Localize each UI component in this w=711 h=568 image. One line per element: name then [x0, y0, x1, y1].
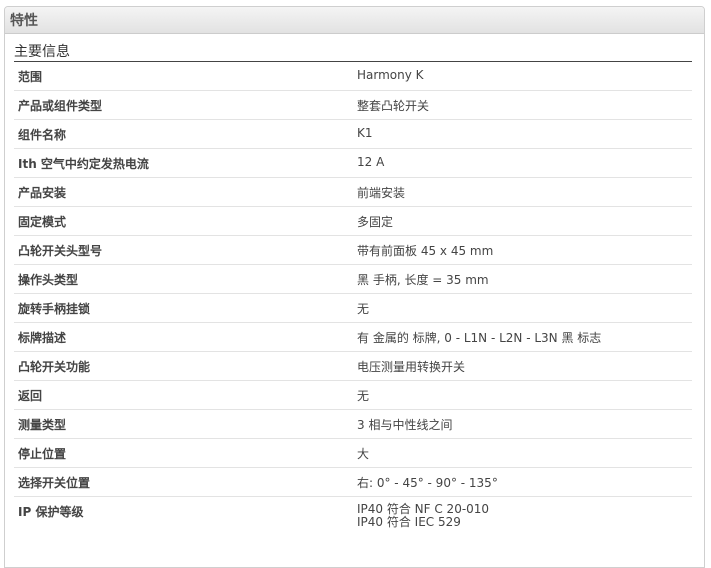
spec-value: 12 A: [357, 155, 385, 169]
spec-value: 多固定: [357, 215, 394, 229]
spec-row: 旋转手柄挂锁 无: [14, 294, 692, 323]
spec-label: 凸轮开关功能: [18, 360, 91, 374]
section-title: 主要信息: [14, 44, 692, 62]
spec-row: 固定模式 多固定: [14, 207, 692, 236]
spec-label: 选择开关位置: [18, 476, 91, 490]
spec-value: K1: [357, 126, 373, 140]
spec-row: 产品或组件类型 整套凸轮开关: [14, 91, 692, 120]
spec-label: 返回: [18, 389, 43, 403]
spec-row: 返回 无: [14, 381, 692, 410]
spec-value: 有 金属的 标牌, 0 - L1N - L2N - L3N 黑 标志: [357, 331, 602, 345]
panel-header: 特性: [5, 7, 704, 34]
spec-label: 产品或组件类型: [18, 99, 103, 113]
spec-value: 无: [357, 389, 370, 403]
spec-label: 产品安装: [18, 186, 67, 200]
spec-value: 整套凸轮开关: [357, 99, 430, 113]
spec-value: IP40 符合 NF C 20-010 IP40 符合 IEC 529: [357, 497, 692, 529]
spec-value: 黑 手柄, 长度 = 35 mm: [357, 273, 489, 287]
spec-row: Ith 空气中约定发热电流 12 A: [14, 149, 692, 178]
spec-value: 无: [357, 302, 370, 316]
spec-row: 操作头类型 黑 手柄, 长度 = 35 mm: [14, 265, 692, 294]
spec-value: 带有前面板 45 x 45 mm: [357, 244, 494, 258]
spec-row: 范围 Harmony K: [14, 62, 692, 91]
spec-table: 范围 Harmony K 产品或组件类型 整套凸轮开关 组件名称 K1 Ith 空气中…: [14, 62, 692, 537]
spec-label: 范围: [18, 70, 43, 84]
spec-row: 标牌描述 有 金属的 标牌, 0 - L1N - L2N - L3N 黑 标志: [14, 323, 692, 352]
spec-label: IP 保护等级: [18, 505, 84, 519]
spec-label: 操作头类型: [18, 273, 79, 287]
spec-row: IP 保护等级 IP40 符合 NF C 20-010 IP40 符合 IEC …: [14, 497, 692, 537]
panel-title: 特性: [10, 13, 38, 29]
spec-label: 标牌描述: [18, 331, 67, 345]
spec-row: 选择开关位置 右: 0° - 45° - 90° - 135°: [14, 468, 692, 497]
spec-label: 固定模式: [18, 215, 67, 229]
spec-value: Harmony K: [357, 68, 424, 82]
spec-row: 凸轮开关头型号 带有前面板 45 x 45 mm: [14, 236, 692, 265]
spec-label: 旋转手柄挂锁: [18, 302, 91, 316]
spec-value: 大: [357, 447, 370, 461]
spec-row: 测量类型 3 相与中性线之间: [14, 410, 692, 439]
spec-value: 右: 0° - 45° - 90° - 135°: [357, 476, 498, 490]
spec-row: 停止位置 大: [14, 439, 692, 468]
spec-label: 组件名称: [18, 128, 67, 142]
characteristics-panel: 特性 主要信息 范围 Harmony K 产品或组件类型 整套凸轮开关 组件名称 K1…: [4, 6, 705, 568]
spec-row: 组件名称 K1: [14, 120, 692, 149]
spec-value: 3 相与中性线之间: [357, 418, 453, 432]
spec-value: 前端安装: [357, 186, 406, 200]
spec-row: 凸轮开关功能 电压测量用转换开关: [14, 352, 692, 381]
spec-label: 凸轮开关头型号: [18, 244, 103, 258]
spec-label: 测量类型: [18, 418, 67, 432]
spec-row: 产品安装 前端安装: [14, 178, 692, 207]
spec-value-line: IP40 符合 IEC 529: [357, 515, 461, 529]
spec-label: Ith 空气中约定发热电流: [18, 157, 149, 171]
spec-label: 停止位置: [18, 447, 67, 461]
spec-value: 电压测量用转换开关: [357, 360, 466, 374]
